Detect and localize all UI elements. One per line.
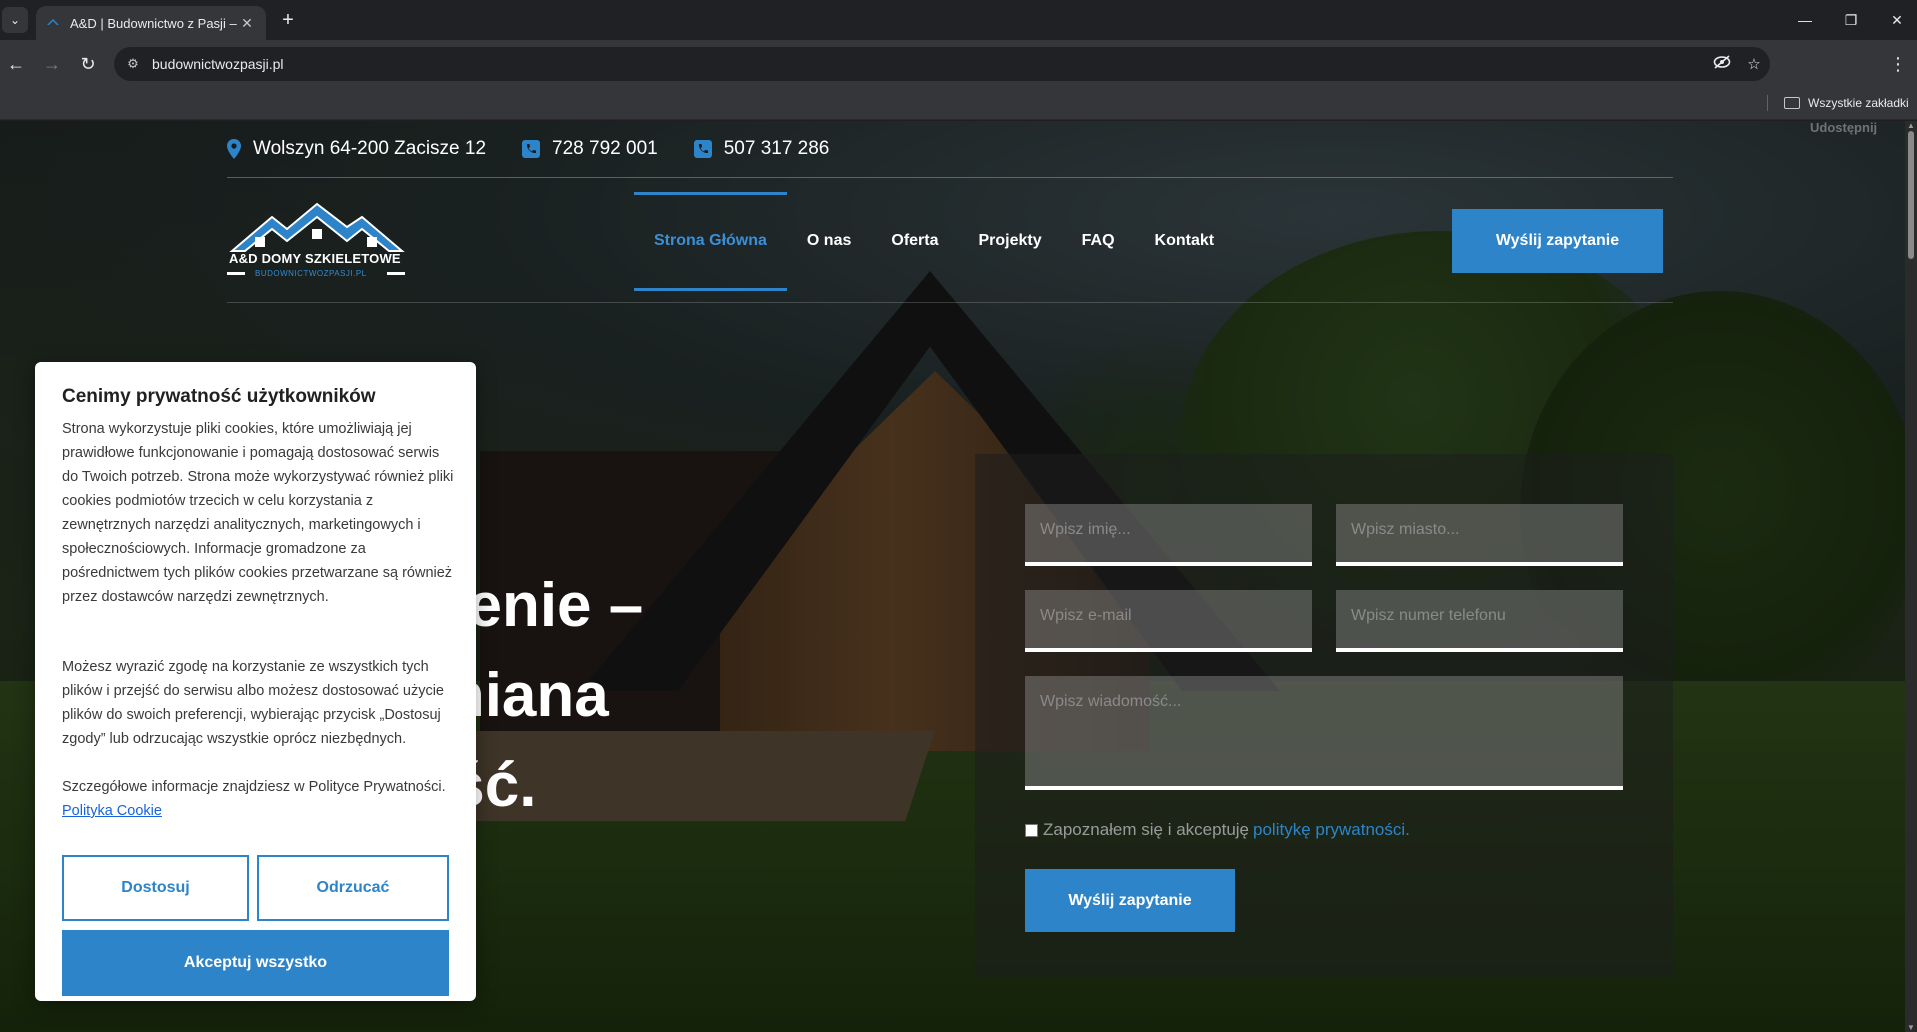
send-inquiry-header-button[interactable]: Wyślij zapytanie xyxy=(1452,209,1663,273)
house-roof-logo-icon xyxy=(229,202,405,252)
favicon-icon xyxy=(46,16,60,30)
reload-icon[interactable]: ↻ xyxy=(74,50,102,78)
message-textarea[interactable]: Wpisz wiadomość... xyxy=(1025,676,1623,790)
address-item: Wolszyn 64-200 Zacisze 12 xyxy=(227,138,486,160)
phone1-text[interactable]: 728 792 001 xyxy=(552,138,658,160)
star-icon[interactable]: ☆ xyxy=(1738,55,1770,73)
bookmarks-separator xyxy=(1767,95,1768,111)
cookie-text-2: Możesz wyrazić zgodę na korzystanie ze w… xyxy=(62,659,444,747)
tab-list-icon[interactable]: ⌄ xyxy=(2,7,28,33)
cookie-policy-link[interactable]: Polityka Cookie xyxy=(62,803,162,819)
reject-button[interactable]: Odrzucać xyxy=(257,855,449,921)
forward-icon[interactable]: → xyxy=(38,50,66,78)
address-text: Wolszyn 64-200 Zacisze 12 xyxy=(253,138,487,159)
kebab-menu-icon[interactable]: ⋮ xyxy=(1886,50,1910,78)
consent-checkbox[interactable] xyxy=(1025,823,1038,837)
site-header: A&D DOMY SZKIELETOWE BUDOWNICTWOZPASJI.P… xyxy=(227,179,1673,303)
customize-button[interactable]: Dostosuj xyxy=(62,855,249,921)
cookie-title: Cenimy prywatność użytkowników xyxy=(62,386,376,407)
city-input[interactable]: Wpisz miasto... xyxy=(1336,504,1623,566)
cookie-consent-dialog: Cenimy prywatność użytkowników Strona wy… xyxy=(35,362,476,1001)
phone1-item[interactable]: 728 792 001 xyxy=(522,138,658,160)
privacy-policy-link[interactable]: politykę prywatności. xyxy=(1253,820,1410,840)
consent-text: Zapoznałem się i akceptuję xyxy=(1043,820,1250,839)
accept-all-button[interactable]: Akceptuj wszystko xyxy=(62,930,449,996)
page-scrollbar[interactable]: ▲ ▼ xyxy=(1905,121,1917,1032)
scroll-down-icon[interactable]: ▼ xyxy=(1905,1023,1917,1032)
share-link[interactable]: Udostępnij xyxy=(1810,121,1877,135)
minimize-icon[interactable]: — xyxy=(1790,8,1820,32)
privacy-consent: Zapoznałem się i akceptuję politykę pryw… xyxy=(1025,820,1410,840)
browser-toolbar: ← → ↻ ⚙ budownictwozpasji.pl ☆ ⋮ xyxy=(0,40,1917,86)
phone-icon xyxy=(522,140,541,158)
cookie-text-3-body: Szczegółowe informacje znajdziesz w Poli… xyxy=(62,779,446,795)
cookie-text-1: Strona wykorzystuje pliki cookies, które… xyxy=(62,421,454,605)
form-submit-button[interactable]: Wyślij zapytanie xyxy=(1025,869,1235,932)
site-logo[interactable]: A&D DOMY SZKIELETOWE BUDOWNICTWOZPASJI.P… xyxy=(227,199,407,289)
nav-home[interactable]: Strona Główna xyxy=(634,179,787,303)
phone-input[interactable]: Wpisz numer telefonu xyxy=(1336,590,1623,652)
phone2-item[interactable]: 507 317 286 xyxy=(693,138,830,160)
scrollbar-thumb[interactable] xyxy=(1908,131,1914,259)
nav-faq[interactable]: FAQ xyxy=(1062,179,1135,303)
nav-offer[interactable]: Oferta xyxy=(871,179,958,303)
close-tab-icon[interactable]: ✕ xyxy=(238,15,256,32)
tab-title: A&D | Budownictwo z Pasji – Tw xyxy=(70,15,238,31)
all-bookmarks-label: Wszystkie zakładki xyxy=(1808,96,1909,110)
location-pin-icon xyxy=(227,139,241,159)
site-info-icon[interactable]: ⚙ xyxy=(114,56,152,72)
browser-tabstrip: ⌄ A&D | Budownictwo z Pasji – Tw ✕ + — ❐… xyxy=(0,0,1917,40)
main-nav: Strona Główna O nas Oferta Projekty FAQ … xyxy=(634,179,1234,303)
all-bookmarks-button[interactable]: Wszystkie zakładki xyxy=(1784,91,1909,115)
url-text[interactable]: budownictwozpasji.pl xyxy=(152,56,1706,72)
restore-icon[interactable]: ❐ xyxy=(1836,8,1866,32)
browser-tab[interactable]: A&D | Budownictwo z Pasji – Tw ✕ xyxy=(36,6,266,40)
bookmarks-bar: Wszystkie zakładki xyxy=(0,86,1917,120)
nav-about[interactable]: O nas xyxy=(787,179,871,303)
phone2-text[interactable]: 507 317 286 xyxy=(724,138,830,160)
scroll-up-icon[interactable]: ▲ xyxy=(1905,121,1917,130)
folder-icon xyxy=(1784,97,1800,109)
back-icon[interactable]: ← xyxy=(2,50,30,78)
page-viewport: Udostępnij Wolszyn 64-200 Zacisze 12 728… xyxy=(0,121,1905,1032)
logo-subtitle: BUDOWNICTWOZPASJI.PL xyxy=(255,269,367,278)
close-window-icon[interactable]: ✕ xyxy=(1882,8,1912,32)
nav-contact[interactable]: Kontakt xyxy=(1135,179,1235,303)
contact-topbar: Wolszyn 64-200 Zacisze 12 728 792 001 50… xyxy=(227,121,1673,178)
nav-projects[interactable]: Projekty xyxy=(959,179,1062,303)
new-tab-icon[interactable]: + xyxy=(276,8,300,32)
address-bar[interactable]: ⚙ budownictwozpasji.pl ☆ xyxy=(114,47,1770,81)
contact-form: Wpisz imię... Wpisz miasto... Wpisz e-ma… xyxy=(975,454,1673,978)
eye-off-icon[interactable] xyxy=(1706,55,1738,73)
cookie-text-3: Szczegółowe informacje znajdziesz w Poli… xyxy=(62,775,457,823)
email-input[interactable]: Wpisz e-mail xyxy=(1025,590,1312,652)
logo-name: A&D DOMY SZKIELETOWE xyxy=(229,251,401,266)
name-input[interactable]: Wpisz imię... xyxy=(1025,504,1312,566)
phone-icon xyxy=(693,140,712,158)
